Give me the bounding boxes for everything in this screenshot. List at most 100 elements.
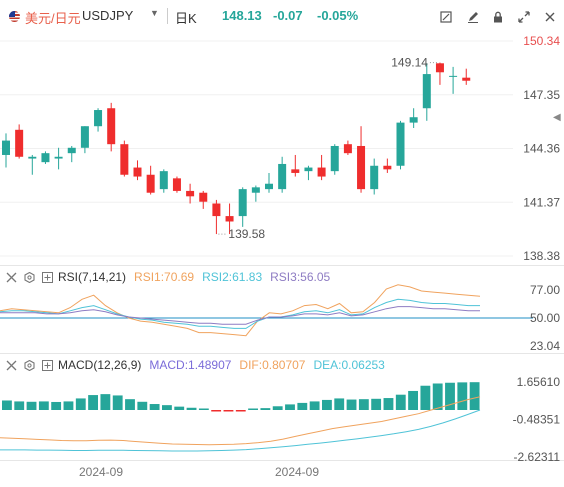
expand-icon[interactable] — [40, 270, 54, 284]
macd-histogram-bar — [260, 408, 271, 410]
y-tick-label: 150.34 — [523, 34, 560, 48]
candle-body — [343, 144, 352, 154]
macd-histogram-bar — [125, 399, 135, 410]
candle-body — [28, 156, 37, 159]
macd-histogram-bar — [51, 401, 62, 410]
macd-histogram-bar — [223, 410, 234, 412]
y-tick-label: 144.36 — [523, 142, 560, 156]
candle-body — [330, 145, 339, 172]
candle-body — [212, 203, 221, 217]
macd-histogram-bar — [112, 395, 123, 410]
candle-body — [133, 167, 142, 177]
candle-body — [251, 187, 260, 193]
candle-body — [120, 144, 129, 175]
x-tick-label: 2024-09 — [79, 465, 123, 479]
macd-histogram-bar — [75, 398, 86, 410]
macd-histogram-bar — [186, 407, 197, 410]
chart-canvas[interactable]: 150.34 147.35 144.36 141.37 138.38 149.14 139.… — [0, 0, 564, 487]
candle-body — [396, 122, 405, 166]
candle-body — [462, 77, 471, 81]
rsi2-value: RSI2:61.83 — [202, 270, 263, 284]
macd-histogram-bar — [334, 398, 345, 410]
candle-body — [304, 167, 313, 172]
candle-body — [15, 129, 24, 157]
macd-histogram-bar — [272, 406, 283, 410]
rsi-title: RSI(7,14,21) — [58, 270, 127, 284]
candle-body — [67, 147, 76, 154]
y-tick-label: 147.35 — [523, 88, 560, 102]
candle-body — [409, 117, 418, 123]
candle-body — [54, 156, 63, 159]
macd-histogram-bar — [174, 406, 185, 410]
macd-histogram-bar — [162, 405, 172, 410]
expand-icon[interactable] — [40, 358, 54, 372]
macd-histogram-bar — [88, 395, 98, 410]
rsi-y-tick-label: 50.00 — [530, 311, 560, 325]
y-tick-label: 138.38 — [523, 249, 560, 263]
macd-histogram-bar — [211, 410, 222, 412]
candle-body — [370, 165, 379, 190]
macd-histogram-bar — [469, 382, 480, 410]
rsi-series-line — [0, 306, 480, 325]
candle-body — [449, 75, 458, 77]
macd-histogram-bar — [38, 401, 49, 410]
candle-body — [146, 174, 155, 193]
macd-histogram-bar — [297, 402, 308, 410]
macd-histogram-bar — [2, 400, 12, 410]
macd-legend: MACD(12,26,9) MACD:1.48907 DIF:0.80707 D… — [4, 358, 385, 372]
candle-body — [435, 63, 444, 73]
collapse-icon[interactable] — [4, 358, 18, 372]
macd-histogram-bar — [137, 401, 148, 410]
macd-histogram-bar — [358, 399, 369, 410]
macd-y-tick-label: 1.65610 — [517, 375, 561, 389]
macd-histogram-bar — [309, 401, 320, 410]
macd-histogram-bar — [457, 382, 468, 410]
macd-histogram-bar — [26, 401, 37, 410]
chevron-left-icon[interactable]: ◀ — [553, 112, 561, 123]
macd-histogram-bar — [235, 410, 246, 412]
rsi-y-tick-label: 23.04 — [530, 339, 560, 353]
macd-histogram-bar — [383, 398, 394, 410]
candle-body — [238, 189, 247, 217]
y-tick-label: 141.37 — [523, 195, 560, 209]
collapse-icon[interactable] — [4, 270, 18, 284]
macd-title: MACD(12,26,9) — [58, 358, 142, 372]
candle-body — [278, 163, 287, 190]
settings-icon[interactable] — [22, 270, 36, 284]
macd-histogram-bar — [395, 394, 406, 410]
low-label: 139.58 — [228, 227, 265, 241]
macd-histogram-bar — [408, 390, 418, 410]
candle-body — [172, 178, 181, 191]
candle-body — [383, 165, 392, 170]
dea-value: DEA:0.06253 — [313, 358, 385, 372]
rsi-y-tick-label: 77.00 — [530, 283, 560, 297]
macd-histogram-bar — [14, 401, 25, 410]
macd-y-tick-label: -0.48351 — [513, 413, 561, 427]
candle-body — [2, 140, 10, 155]
high-label: 149.14 — [391, 56, 428, 70]
rsi3-value: RSI3:56.05 — [270, 270, 331, 284]
candle-body — [317, 167, 326, 177]
candle-body — [94, 110, 103, 127]
candle-body — [291, 169, 300, 173]
macd-histogram-bar — [63, 401, 74, 410]
macd-histogram-bar — [346, 399, 357, 410]
x-tick-label: 2024-09 — [275, 465, 319, 479]
macd-value: MACD:1.48907 — [149, 358, 232, 372]
candle-body — [265, 183, 273, 190]
dif-value: DIF:0.80707 — [239, 358, 306, 372]
macd-histogram-bar — [285, 404, 295, 410]
macd-histogram-bar — [371, 398, 382, 410]
macd-histogram-bar — [322, 399, 332, 410]
candle-body — [41, 153, 50, 163]
settings-icon[interactable] — [22, 358, 36, 372]
candle-body — [80, 126, 89, 148]
rsi1-value: RSI1:70.69 — [134, 270, 195, 284]
candle-body — [357, 145, 366, 190]
macd-histogram-bar — [432, 383, 443, 410]
macd-y-tick-label: -2.62311 — [514, 450, 561, 464]
macd-histogram-bar — [149, 404, 160, 410]
macd-histogram-bar — [248, 408, 258, 410]
macd-histogram-bar — [420, 385, 431, 410]
macd-histogram-bar — [198, 408, 209, 410]
